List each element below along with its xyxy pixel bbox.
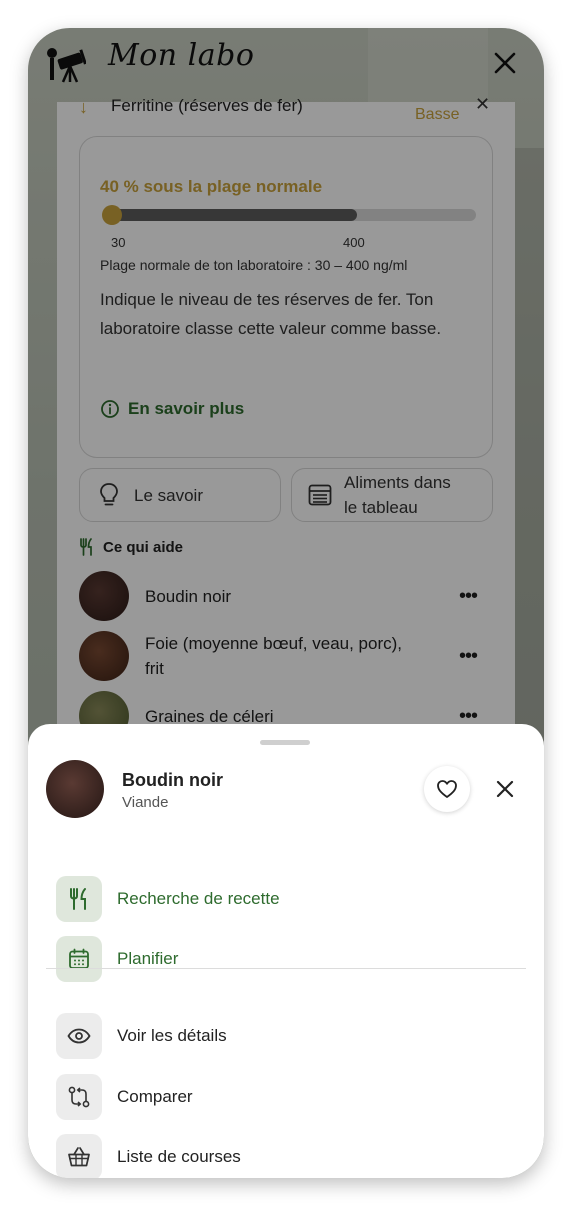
plan-action[interactable]: Planifier [56,936,516,982]
food-avatar [46,760,104,818]
favorite-button[interactable] [424,766,470,812]
sheet-subtitle: Viande [122,794,169,811]
view-details-action[interactable]: Voir les détails [56,1013,516,1059]
drag-handle[interactable] [260,740,310,745]
view-details-label: Voir les détails [117,1026,227,1045]
phone-frame: Mon labo ↓ Ferritine (réserves de fer) B… [28,28,544,1178]
plan-label: Planifier [117,949,179,968]
divider [46,968,526,969]
shopping-list-action[interactable]: Liste de courses [56,1134,516,1178]
heart-icon [437,780,457,798]
food-action-sheet: Boudin noir Viande Recherche de recette [28,724,544,1178]
fork-knife-icon [56,876,102,922]
sheet-title: Boudin noir [122,770,223,790]
compare-icon [56,1074,102,1120]
compare-label: Comparer [117,1087,193,1106]
eye-icon [56,1013,102,1059]
basket-icon [56,1134,102,1178]
compare-action[interactable]: Comparer [56,1074,516,1120]
calendar-icon [56,936,102,982]
shopping-list-label: Liste de courses [117,1147,241,1166]
close-sheet-icon[interactable] [492,776,518,802]
recipe-search-label: Recherche de recette [117,889,280,908]
recipe-search-action[interactable]: Recherche de recette [56,876,516,922]
